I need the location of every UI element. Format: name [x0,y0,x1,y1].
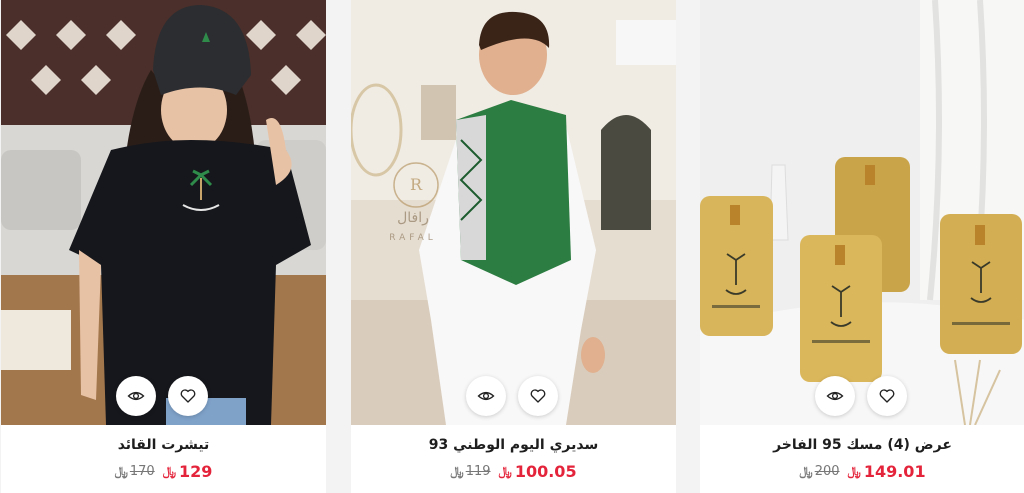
product-card[interactable]: تيشرت القائد ﷼ 170 ﷼ 129 [1,0,326,493]
svg-text:R: R [410,175,423,194]
product-title[interactable]: تيشرت القائد [1,437,326,453]
quick-view-button[interactable] [116,376,156,416]
quick-view-button[interactable] [815,376,855,416]
riyal-icon: ﷼ [162,464,176,478]
riyal-icon: ﷼ [498,464,512,478]
heart-icon [879,389,895,403]
riyal-icon: ﷼ [847,464,861,478]
product-card[interactable]: عرض (4) مسك 95 الفاخر ﷼ 200 ﷼ 149.01 [700,0,1024,493]
wishlist-button[interactable] [518,376,558,416]
price-row: ﷼ 200 ﷼ 149.01 [700,462,1024,481]
watermark-subtext: RAFAL [389,233,437,243]
old-price: ﷼ 200 [799,464,840,479]
product-image[interactable] [700,0,1024,425]
price-row: ﷼ 119 ﷼ 100.05 [351,462,676,481]
wishlist-button[interactable] [168,376,208,416]
heart-icon [530,389,546,403]
quick-view-button[interactable] [466,376,506,416]
product-title[interactable]: سديري اليوم الوطني 93 [351,437,676,453]
wishlist-button[interactable] [867,376,907,416]
riyal-icon: ﷼ [114,464,128,478]
old-price: ﷼ 170 [114,464,155,479]
product-card[interactable]: R رافال RAFAL سديري اليوم الوطني 93 ﷼ 11… [351,0,676,493]
sale-price: ﷼ 100.05 [498,462,577,481]
riyal-icon: ﷼ [450,464,464,478]
eye-icon [477,391,495,401]
product-image[interactable]: R رافال RAFAL [351,0,676,425]
eye-icon [127,391,145,401]
price-row: ﷼ 170 ﷼ 129 [1,462,326,481]
watermark-text: رافال [397,210,429,226]
heart-icon [180,389,196,403]
sale-price: ﷼ 129 [162,462,213,481]
sale-price: ﷼ 149.01 [847,462,926,481]
product-image[interactable] [1,0,326,425]
eye-icon [826,391,844,401]
old-price: ﷼ 119 [450,464,491,479]
riyal-icon: ﷼ [799,464,813,478]
product-title[interactable]: عرض (4) مسك 95 الفاخر [700,437,1024,453]
